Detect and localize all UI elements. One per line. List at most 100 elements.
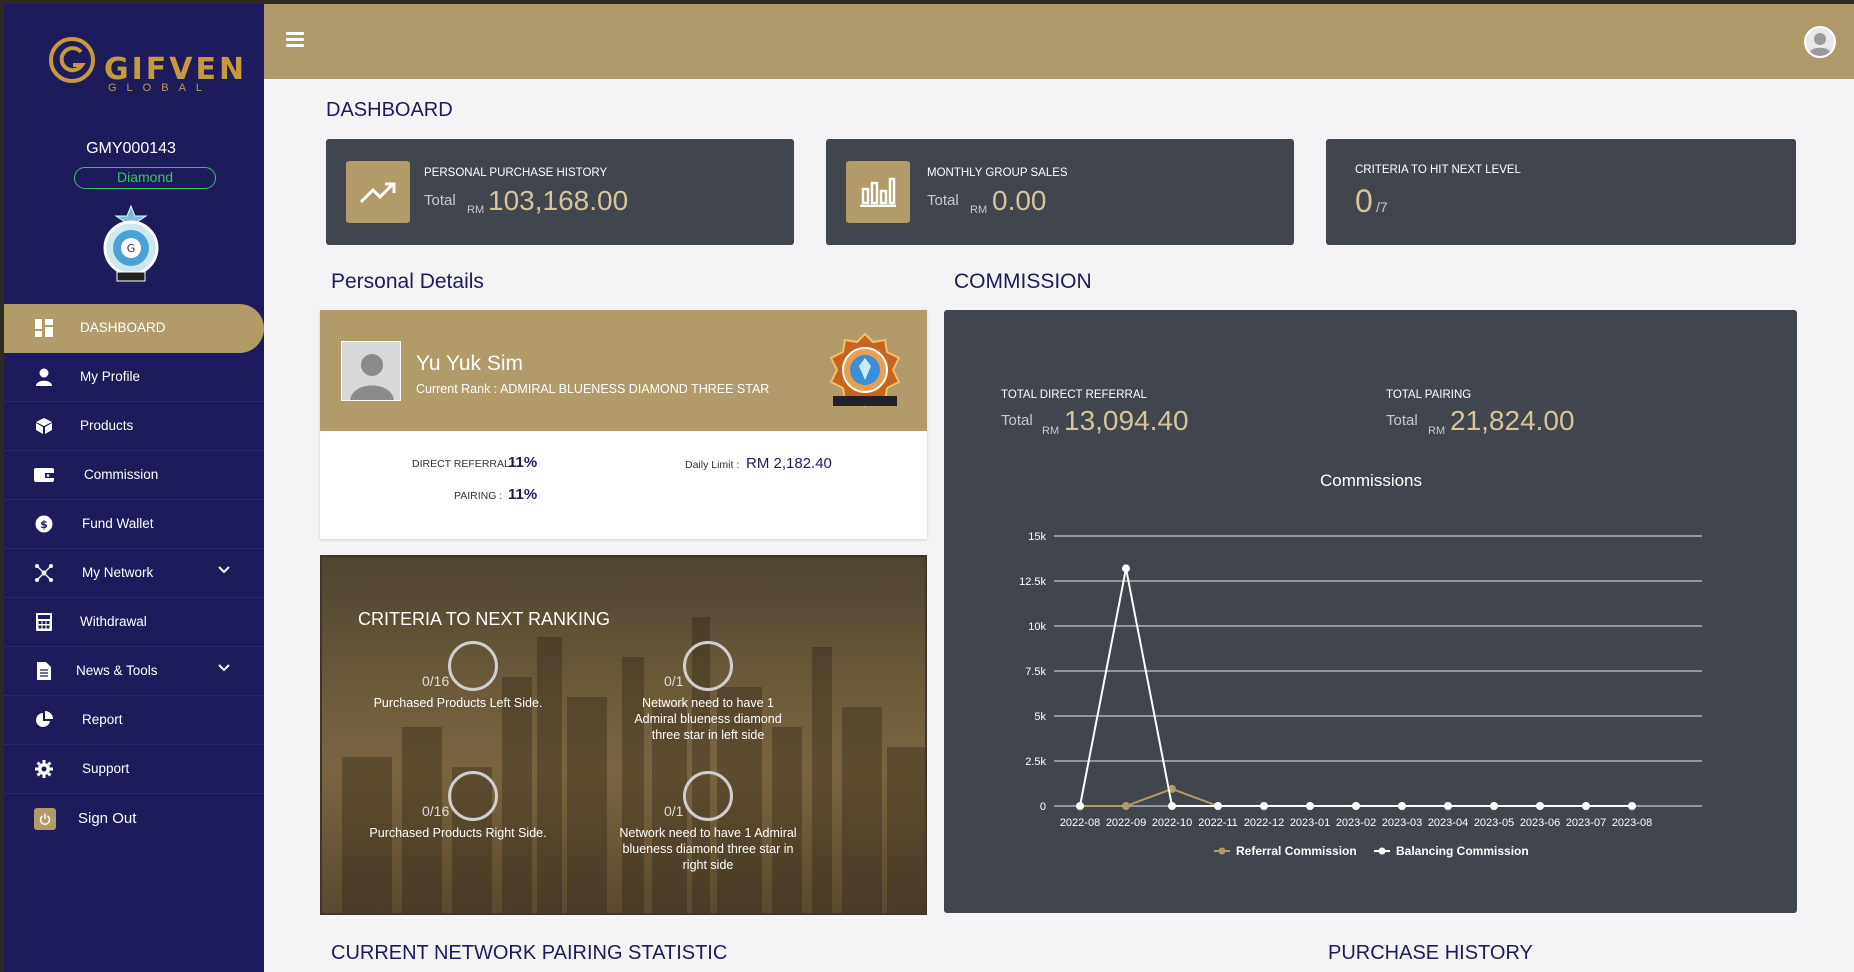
data-point (1582, 802, 1590, 810)
stat-value: 0 (1355, 183, 1373, 219)
daily-limit-value: RM 2,182.40 (746, 455, 832, 472)
personal-details-header: Yu Yuk Sim Current Rank : ADMIRAL BLUENE… (320, 310, 927, 431)
diamond-rank-icon: G (103, 204, 159, 282)
sidebar: GIFVEN GLOBAL GMY000143 Diamond G DASHBO… (4, 4, 264, 972)
stat-value: 0.00 (992, 185, 1047, 216)
x-tick-label: 2023-01 (1290, 817, 1330, 829)
y-tick-label: 7.5k (1025, 666, 1046, 678)
pairing-label: PAIRING : (454, 490, 503, 502)
criteria-text: Purchased Products Left Side. (373, 696, 543, 710)
dashboard-icon (34, 318, 54, 338)
stat-card-group-sales[interactable]: MONTHLY GROUP SALES Total RM 0.00 (826, 139, 1294, 245)
sidebar-item-fund-wallet[interactable]: $ Fund Wallet (4, 500, 264, 549)
current-rank: Current Rank : ADMIRAL BLUENESS DIAMOND … (416, 382, 770, 396)
top-bar (264, 4, 1854, 79)
sidebar-item-withdrawal[interactable]: Withdrawal (4, 598, 264, 647)
stat-value: 103,168.00 (488, 185, 629, 216)
rank-badge: Diamond (74, 167, 216, 189)
sidebar-item-my-profile[interactable]: My Profile (4, 353, 264, 402)
legend-marker (1378, 847, 1386, 855)
y-tick-label: 10k (1028, 621, 1046, 633)
data-point (1490, 802, 1498, 810)
sidebar-item-my-network[interactable]: My Network (4, 549, 264, 598)
x-tick-label: 2023-05 (1474, 817, 1514, 829)
pairing-value: 11% (508, 486, 538, 503)
stat-card-criteria-next-level[interactable]: CRITERIA TO HIT NEXT LEVEL 0 /7 (1326, 139, 1796, 245)
stat-currency: RM (467, 204, 485, 216)
data-point (1536, 802, 1544, 810)
criteria-text: Network need to have 1 Admiral blueness … (634, 696, 782, 742)
criteria-text: Network need to have 1 Admiral blueness … (619, 826, 797, 872)
stat-total-label: Total (424, 192, 456, 209)
stat-card-purchase-history[interactable]: PERSONAL PURCHASE HISTORY Total RM 103,1… (326, 139, 794, 245)
series-line (1079, 568, 1632, 807)
x-tick-label: 2022-09 (1106, 817, 1146, 829)
y-tick-label: 2.5k (1025, 756, 1046, 768)
x-tick-label: 2022-11 (1198, 817, 1238, 829)
purchase-history-title: PURCHASE HISTORY (1328, 942, 1533, 964)
app-root: GIFVEN GLOBAL GMY000143 Diamond G DASHBO… (4, 4, 1854, 972)
sidebar-item-report[interactable]: Report (4, 696, 264, 745)
progress-ring (683, 641, 733, 691)
sidebar-item-commission[interactable]: Commission (4, 451, 264, 500)
stat-label: MONTHLY GROUP SALES (927, 167, 1068, 179)
x-tick-label: 2023-08 (1612, 817, 1652, 829)
member-name: Yu Yuk Sim (416, 352, 524, 375)
user-avatar[interactable] (1804, 26, 1836, 58)
sidebar-item-support[interactable]: Support (4, 745, 264, 794)
x-tick-label: 2023-02 (1336, 817, 1376, 829)
data-point (1122, 564, 1130, 573)
y-tick-label: 15k (1028, 531, 1046, 543)
member-id: GMY000143 (86, 140, 176, 157)
daily-limit-label: Daily Limit : (685, 459, 740, 471)
progress-ring (448, 641, 498, 691)
sidebar-item-dashboard[interactable]: DASHBOARD (4, 304, 264, 353)
sidebar-item-label: My Network (82, 565, 154, 580)
legend-label: Balancing Commission (1396, 844, 1529, 858)
trend-up-icon (346, 161, 410, 223)
svg-text:G: G (127, 242, 136, 255)
stat-label: PERSONAL PURCHASE HISTORY (424, 167, 608, 179)
rank-medal-icon (829, 332, 901, 408)
sidebar-item-label: Support (82, 761, 130, 776)
brand-logo[interactable]: GIFVEN GLOBAL (48, 34, 244, 94)
sidebar-item-label: My Profile (80, 369, 141, 384)
data-point (1122, 802, 1130, 810)
x-tick-label: 2022-12 (1244, 817, 1284, 829)
sidebar-item-label: Fund Wallet (82, 516, 154, 531)
criteria-count: 0/1 (664, 673, 684, 689)
stat-total-label: Total (927, 192, 959, 209)
sidebar-item-label: DASHBOARD (80, 320, 166, 335)
personal-details-card: Yu Yuk Sim Current Rank : ADMIRAL BLUENE… (320, 310, 927, 539)
criteria-next-ranking-card: CRITERIA TO NEXT RANKING 0/16 Purchased … (320, 555, 927, 915)
legend-marker (1218, 847, 1226, 855)
dollar-icon: $ (34, 514, 54, 534)
sidebar-item-label: Report (82, 712, 123, 727)
sidebar-item-products[interactable]: Products (4, 402, 264, 451)
menu-toggle-icon[interactable] (286, 32, 304, 48)
criteria-count: 0/16 (422, 673, 450, 689)
stat-label: CRITERIA TO HIT NEXT LEVEL (1355, 164, 1521, 176)
progress-ring (683, 771, 733, 821)
data-point (1398, 802, 1406, 810)
sidebar-item-label: Commission (84, 467, 159, 482)
user-icon (34, 367, 54, 387)
x-tick-label: 2023-03 (1382, 817, 1422, 829)
progress-ring (448, 771, 498, 821)
sidebar-item-news-tools[interactable]: News & Tools (4, 647, 264, 696)
data-point (1352, 802, 1360, 810)
data-point (1214, 802, 1222, 810)
commission-card: TOTAL DIRECT REFERRAL Total RM 13,094.40… (944, 310, 1797, 913)
calculator-icon (34, 612, 54, 632)
x-tick-label: 2022-10 (1152, 817, 1192, 829)
y-tick-label: 0 (1040, 801, 1046, 813)
svg-text:$: $ (40, 518, 48, 531)
sidebar-item-label: Withdrawal (80, 614, 147, 629)
sidebar-item-sign-out[interactable]: Sign Out (4, 794, 264, 843)
network-pairing-statistic-title: CURRENT NETWORK PAIRING STATISTIC (331, 942, 728, 964)
document-icon (34, 661, 54, 681)
gear-icon (34, 759, 54, 779)
x-tick-label: 2023-07 (1566, 817, 1606, 829)
commission-title: COMMISSION (954, 270, 1092, 293)
data-point (1444, 802, 1452, 810)
